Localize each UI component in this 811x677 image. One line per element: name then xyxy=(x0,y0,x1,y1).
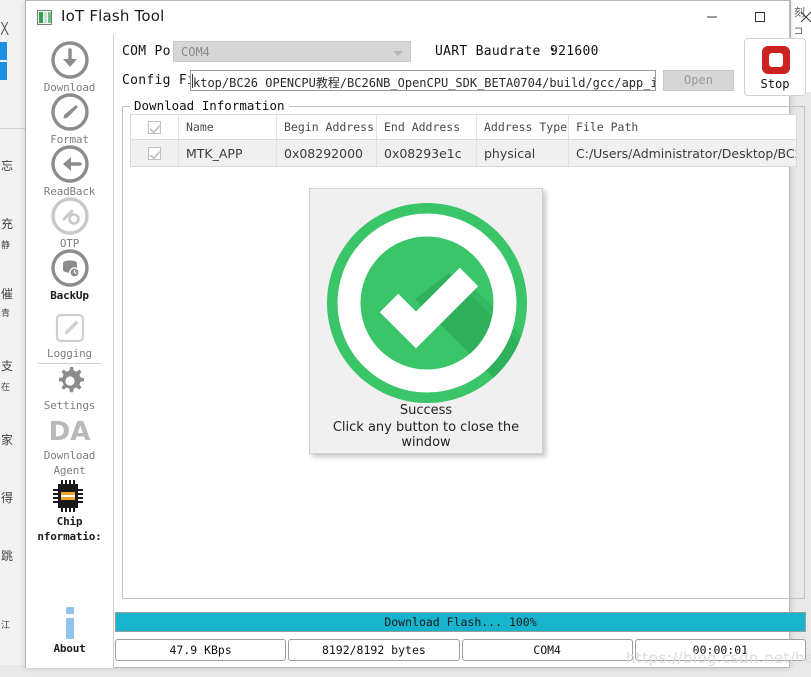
background-text: 充 xyxy=(1,218,14,231)
success-check-circle-icon xyxy=(327,203,527,403)
background-text: 得 xyxy=(1,492,14,505)
open-button[interactable]: Open xyxy=(663,70,734,91)
success-title: Success xyxy=(399,403,453,418)
sidebar-item-label: About xyxy=(53,642,86,655)
sidebar-item-label: Chip xyxy=(56,515,83,528)
row-checkbox-cell[interactable] xyxy=(131,140,179,166)
background-text: 静 xyxy=(1,241,11,251)
sidebar-item-otp[interactable]: OTP xyxy=(26,197,113,250)
status-speed: 47.9 KBps xyxy=(115,639,287,661)
download-arrow-icon xyxy=(50,41,89,79)
chevron-down-icon xyxy=(393,51,403,56)
stop-button[interactable]: Stop xyxy=(744,38,806,96)
background-accent-bar xyxy=(0,42,7,60)
success-message: Click any button to close the window xyxy=(332,420,520,450)
back-arrow-icon xyxy=(50,145,89,183)
sidebar-item-label: Download xyxy=(43,449,96,462)
table-header-row: Name Begin Address End Address Address T… xyxy=(130,114,797,140)
sidebar: Download Format ReadBack OTP BackUp Logg… xyxy=(26,34,114,668)
checkbox-icon[interactable] xyxy=(148,146,161,160)
header-end-address: End Address xyxy=(377,115,477,139)
maximize-button[interactable] xyxy=(737,1,783,33)
app-root: ╳ 忘 充 静 催 青 支 在 家 得 跳 ⃝ 江 刻 ⊐ IoT Flash … xyxy=(0,0,811,677)
sidebar-item-settings[interactable]: Settings xyxy=(26,365,113,412)
sidebar-item-label: Settings xyxy=(43,399,96,412)
maximize-icon xyxy=(755,12,765,22)
cell-name: MTK_APP xyxy=(179,140,277,166)
checkbox-icon[interactable] xyxy=(148,120,161,134)
progress-label: Download Flash... 100% xyxy=(384,615,537,629)
cell-file-path: C:/Users/Administrator/Desktop/BC2... xyxy=(576,145,796,161)
config-file-input[interactable]: ktop/BC26 OPENCPU教程/BC26NB_OpenCPU_SDK_B… xyxy=(190,70,656,91)
background-divider xyxy=(0,128,28,129)
cell-begin-address: 0x08292000 xyxy=(277,140,377,166)
window-title: IoT Flash Tool xyxy=(61,7,165,25)
minimize-icon xyxy=(707,16,717,18)
header-begin-address: Begin Address xyxy=(277,115,377,139)
uart-baudrate-label: UART Baudrate : xyxy=(435,44,557,59)
download-information-table: Name Begin Address End Address Address T… xyxy=(130,114,797,167)
sidebar-item-label: BackUp xyxy=(50,289,89,302)
com-port-value: COM4 xyxy=(181,45,210,59)
background-text: 支 xyxy=(1,360,14,373)
stop-square-icon xyxy=(762,46,790,74)
download-information-legend: Download Information xyxy=(130,98,289,113)
background-text: ⃝ xyxy=(1,600,27,613)
otp-lock-icon xyxy=(50,197,89,235)
background-text: 江 xyxy=(1,621,11,631)
header-name: Name xyxy=(179,115,277,139)
uart-baudrate-value: 921600 xyxy=(550,44,599,59)
minimize-button[interactable] xyxy=(689,1,735,33)
sidebar-item-backup[interactable]: BackUp xyxy=(26,249,113,302)
da-text-icon: DA xyxy=(48,417,91,447)
info-icon xyxy=(65,607,74,639)
main-window: IoT Flash Tool Download Format ReadBack … xyxy=(25,0,811,668)
sidebar-item-download-agent[interactable]: DA Download Agent xyxy=(26,417,113,477)
cell-end-address: 0x08293e1c xyxy=(377,140,477,166)
sidebar-item-logging[interactable]: Logging xyxy=(26,311,113,360)
background-text: 在 xyxy=(1,383,11,393)
status-bytes: 8192/8192 bytes xyxy=(288,639,460,661)
sidebar-item-download[interactable]: Download xyxy=(26,41,113,94)
sidebar-item-label-line2: Agent xyxy=(53,464,86,477)
sidebar-item-label: Logging xyxy=(47,347,92,360)
close-button[interactable] xyxy=(783,1,811,33)
app-tile-icon xyxy=(37,10,52,25)
success-dialog[interactable]: Success Click any button to close the wi… xyxy=(309,188,543,454)
background-text: ╳ xyxy=(1,22,9,35)
cell-address-type: physical xyxy=(477,140,569,166)
sidebar-item-label-line2: nformatio: xyxy=(37,530,102,543)
close-icon xyxy=(800,11,811,23)
background-text: 忘 xyxy=(1,160,14,173)
status-port: COM4 xyxy=(461,639,633,661)
header-address-type: Address Type xyxy=(477,115,569,139)
title-bar: IoT Flash Tool xyxy=(26,1,811,34)
format-pencil-icon xyxy=(50,93,89,131)
progress-bar: Download Flash... 100% xyxy=(115,612,806,632)
config-file-value: ktop/BC26 OPENCPU教程/BC26NB_OpenCPU_SDK_B… xyxy=(193,76,655,90)
background-text: 催 xyxy=(1,288,14,301)
backup-database-icon xyxy=(50,249,89,287)
background-text: 家 xyxy=(1,434,14,447)
header-select-all[interactable] xyxy=(131,115,179,139)
sidebar-item-format[interactable]: Format xyxy=(26,93,113,146)
header-file-path: File Path xyxy=(576,120,639,134)
logging-pencil-icon xyxy=(55,313,84,343)
chip-icon xyxy=(52,480,83,512)
watermark: https://blog.csdn.net/hao1_ xyxy=(626,649,811,667)
gear-icon xyxy=(58,367,84,393)
background-accent-bar xyxy=(0,62,7,80)
background-text: 青 xyxy=(1,309,11,319)
sidebar-item-readback[interactable]: ReadBack xyxy=(26,145,113,198)
table-row[interactable]: MTK_APP 0x08292000 0x08293e1c physical C… xyxy=(130,140,797,167)
com-port-select[interactable]: COM4 xyxy=(173,41,411,62)
sidebar-item-chip-information[interactable]: Chip nformatio: xyxy=(26,479,113,543)
sidebar-item-about[interactable]: About xyxy=(26,606,113,655)
stop-button-label: Stop xyxy=(760,77,790,91)
sidebar-divider xyxy=(38,363,101,364)
background-text: 跳 xyxy=(1,550,14,563)
